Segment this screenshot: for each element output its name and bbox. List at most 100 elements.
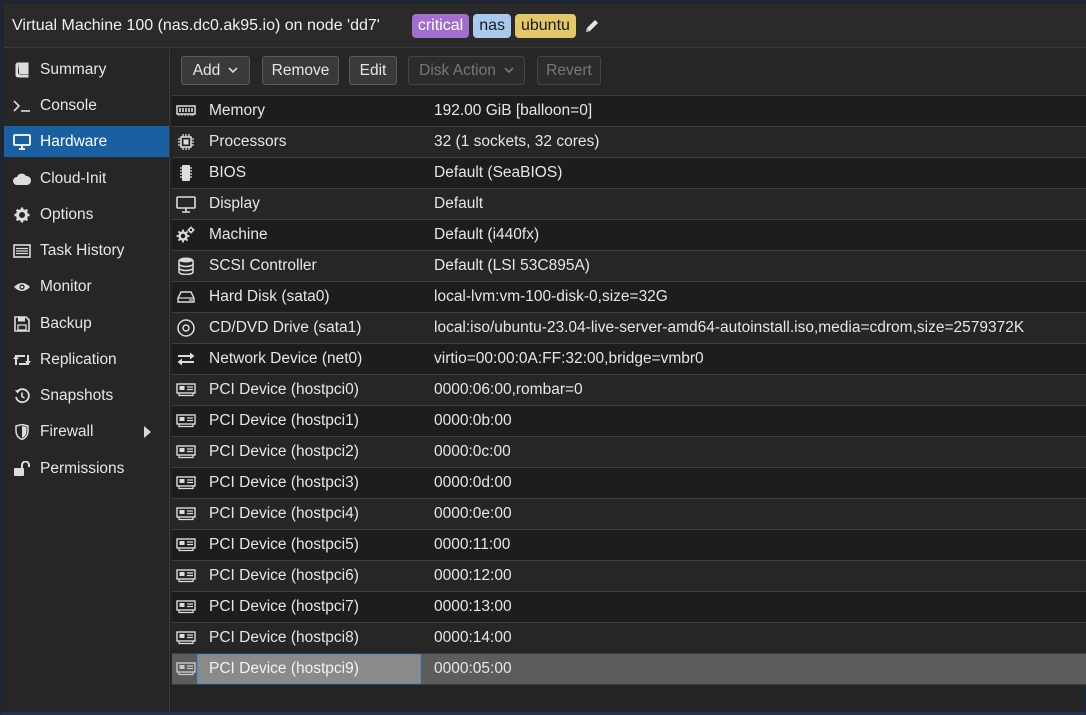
remove-button[interactable]: Remove (262, 56, 339, 85)
sidebar-item-label: Task History (40, 241, 125, 259)
revert-button[interactable]: Revert (537, 56, 601, 85)
tag-nas[interactable]: nas (473, 13, 511, 38)
pci-card-icon (176, 536, 196, 554)
sidebar-item-label: Snapshots (40, 386, 114, 404)
disk-action-button-label: Disk Action (419, 61, 496, 79)
pci-card-icon (176, 474, 196, 492)
sidebar-item-snapshots[interactable]: Snapshots (4, 380, 169, 411)
sidebar-item-backup[interactable]: Backup (4, 308, 169, 339)
cloud-icon (12, 169, 32, 189)
hardware-name: PCI Device (hostpci5) (209, 536, 359, 553)
hardware-name: Memory (209, 102, 265, 119)
hardware-name: PCI Device (hostpci1) (209, 412, 359, 429)
sidebar-item-firewall[interactable]: Firewall (4, 416, 169, 447)
hardware-name: PCI Device (hostpci0) (209, 381, 359, 398)
hardware-row-processors[interactable]: Processors 32 (1 sockets, 32 cores) (172, 127, 1086, 158)
pci-card-icon (176, 598, 196, 616)
sidebar-item-replication[interactable]: Replication (4, 344, 169, 375)
hardware-value: 0000:06:00,rombar=0 (434, 381, 583, 398)
hardware-value: Default (LSI 53C895A) (434, 257, 590, 274)
floppy-icon (12, 314, 32, 334)
hardware-value: Default (SeaBIOS) (434, 164, 563, 181)
sidebar-item-options[interactable]: Options (4, 199, 169, 230)
hardware-name: PCI Device (hostpci7) (209, 598, 359, 615)
hardware-row-hostpci6[interactable]: PCI Device (hostpci6) 0000:12:00 (172, 561, 1086, 592)
cdrom-icon (176, 319, 196, 337)
hardware-row-hostpci9[interactable]: PCI Device (hostpci9) 0000:05:00 (172, 654, 1086, 685)
sidebar-item-monitor[interactable]: Monitor (4, 271, 169, 302)
hardware-name: Machine (209, 226, 268, 243)
hardware-value: 0000:12:00 (434, 567, 512, 584)
hardware-value: 0000:11:00 (434, 536, 511, 553)
hardware-value: 192.00 GiB [balloon=0] (434, 102, 593, 119)
hardware-row-hostpci4[interactable]: PCI Device (hostpci4) 0000:0e:00 (172, 499, 1086, 530)
hardware-row-memory[interactable]: Memory 192.00 GiB [balloon=0] (172, 96, 1086, 127)
sidebar-item-label: Cloud-Init (40, 169, 107, 187)
hardware-row-cdrom[interactable]: CD/DVD Drive (sata1) local:iso/ubuntu-23… (172, 313, 1086, 344)
hardware-row-hostpci8[interactable]: PCI Device (hostpci8) 0000:14:00 (172, 623, 1086, 654)
hardware-value: 0000:0c:00 (434, 443, 511, 460)
hardware-name: PCI Device (hostpci4) (209, 505, 359, 522)
hardware-row-network-device[interactable]: Network Device (net0) virtio=00:00:0A:FF… (172, 344, 1086, 375)
disk-action-button[interactable]: Disk Action (408, 56, 525, 85)
terminal-icon (12, 96, 32, 116)
sidebar-item-label: Options (40, 205, 94, 223)
hardware-value: 32 (1 sockets, 32 cores) (434, 133, 600, 150)
sidebar-item-console[interactable]: Console (4, 90, 169, 121)
hardware-row-scsi-controller[interactable]: SCSI Controller Default (LSI 53C895A) (172, 251, 1086, 282)
hardware-value: 0000:14:00 (434, 629, 512, 646)
hardware-row-hostpci3[interactable]: PCI Device (hostpci3) 0000:0d:00 (172, 468, 1086, 499)
hardware-name: CD/DVD Drive (sata1) (209, 319, 362, 336)
sidebar: Summary Console Hardware Cloud-Init Opti… (4, 49, 170, 712)
hardware-name: PCI Device (hostpci2) (209, 443, 359, 460)
sidebar-item-label: Firewall (40, 422, 94, 440)
add-button-label: Add (192, 61, 221, 79)
hardware-row-hostpci0[interactable]: PCI Device (hostpci0) 0000:06:00,rombar=… (172, 375, 1086, 406)
hardware-row-machine[interactable]: Machine Default (i440fx) (172, 220, 1086, 251)
tag-critical[interactable]: critical (411, 13, 470, 38)
hardware-name: Hard Disk (sata0) (209, 288, 330, 305)
list-icon (12, 241, 32, 261)
pci-card-icon (176, 505, 196, 523)
tag-ubuntu[interactable]: ubuntu (514, 13, 576, 38)
retweet-icon (12, 350, 32, 370)
hardware-row-bios[interactable]: BIOS Default (SeaBIOS) (172, 158, 1086, 189)
page-title: Virtual Machine 100 (nas.dc0.ak95.io) on… (12, 16, 380, 34)
hardware-row-hostpci2[interactable]: PCI Device (hostpci2) 0000:0c:00 (172, 437, 1086, 468)
title-bar: Virtual Machine 100 (nas.dc0.ak95.io) on… (4, 4, 1086, 48)
sidebar-item-cloud-init[interactable]: Cloud-Init (4, 163, 169, 194)
hardware-name: BIOS (209, 164, 247, 181)
hardware-value: Default (i440fx) (434, 226, 540, 243)
pencil-icon[interactable] (584, 18, 600, 34)
hardware-name: SCSI Controller (209, 257, 317, 274)
hardware-value: 0000:0e:00 (434, 505, 512, 522)
sidebar-item-hardware[interactable]: Hardware (4, 126, 169, 157)
hardware-value: local-lvm:vm-100-disk-0,size=32G (434, 288, 668, 305)
hardware-row-hostpci7[interactable]: PCI Device (hostpci7) 0000:13:00 (172, 592, 1086, 623)
add-button[interactable]: Add (181, 56, 250, 85)
sidebar-item-task-history[interactable]: Task History (4, 235, 169, 266)
pci-card-icon (176, 567, 196, 585)
hardware-row-hostpci5[interactable]: PCI Device (hostpci5) 0000:11:00 (172, 530, 1086, 561)
sidebar-item-permissions[interactable]: Permissions (4, 453, 169, 484)
hardware-name: PCI Device (hostpci3) (209, 474, 359, 491)
hardware-row-hostpci1[interactable]: PCI Device (hostpci1) 0000:0b:00 (172, 406, 1086, 437)
shield-icon (12, 422, 32, 442)
vm-panel: Virtual Machine 100 (nas.dc0.ak95.io) on… (0, 0, 1086, 715)
sidebar-item-summary[interactable]: Summary (4, 54, 169, 85)
hardware-value: 0000:0b:00 (434, 412, 512, 429)
eye-icon (12, 277, 32, 297)
microchip-icon (176, 164, 196, 182)
gear-icon (12, 205, 32, 225)
edit-button[interactable]: Edit (349, 56, 397, 85)
hardware-value: local:iso/ubuntu-23.04-live-server-amd64… (434, 319, 1025, 336)
pci-card-icon (176, 629, 196, 647)
cpu-icon (176, 133, 196, 151)
pci-card-icon (176, 381, 196, 399)
hardware-value: 0000:0d:00 (434, 474, 512, 491)
revert-button-label: Revert (546, 61, 592, 79)
hardware-row-display[interactable]: Display Default (172, 189, 1086, 220)
expand-arrow-icon[interactable] (144, 426, 151, 438)
hardware-row-hard-disk[interactable]: Hard Disk (sata0) local-lvm:vm-100-disk-… (172, 282, 1086, 313)
hardware-name: PCI Device (hostpci8) (209, 629, 359, 646)
